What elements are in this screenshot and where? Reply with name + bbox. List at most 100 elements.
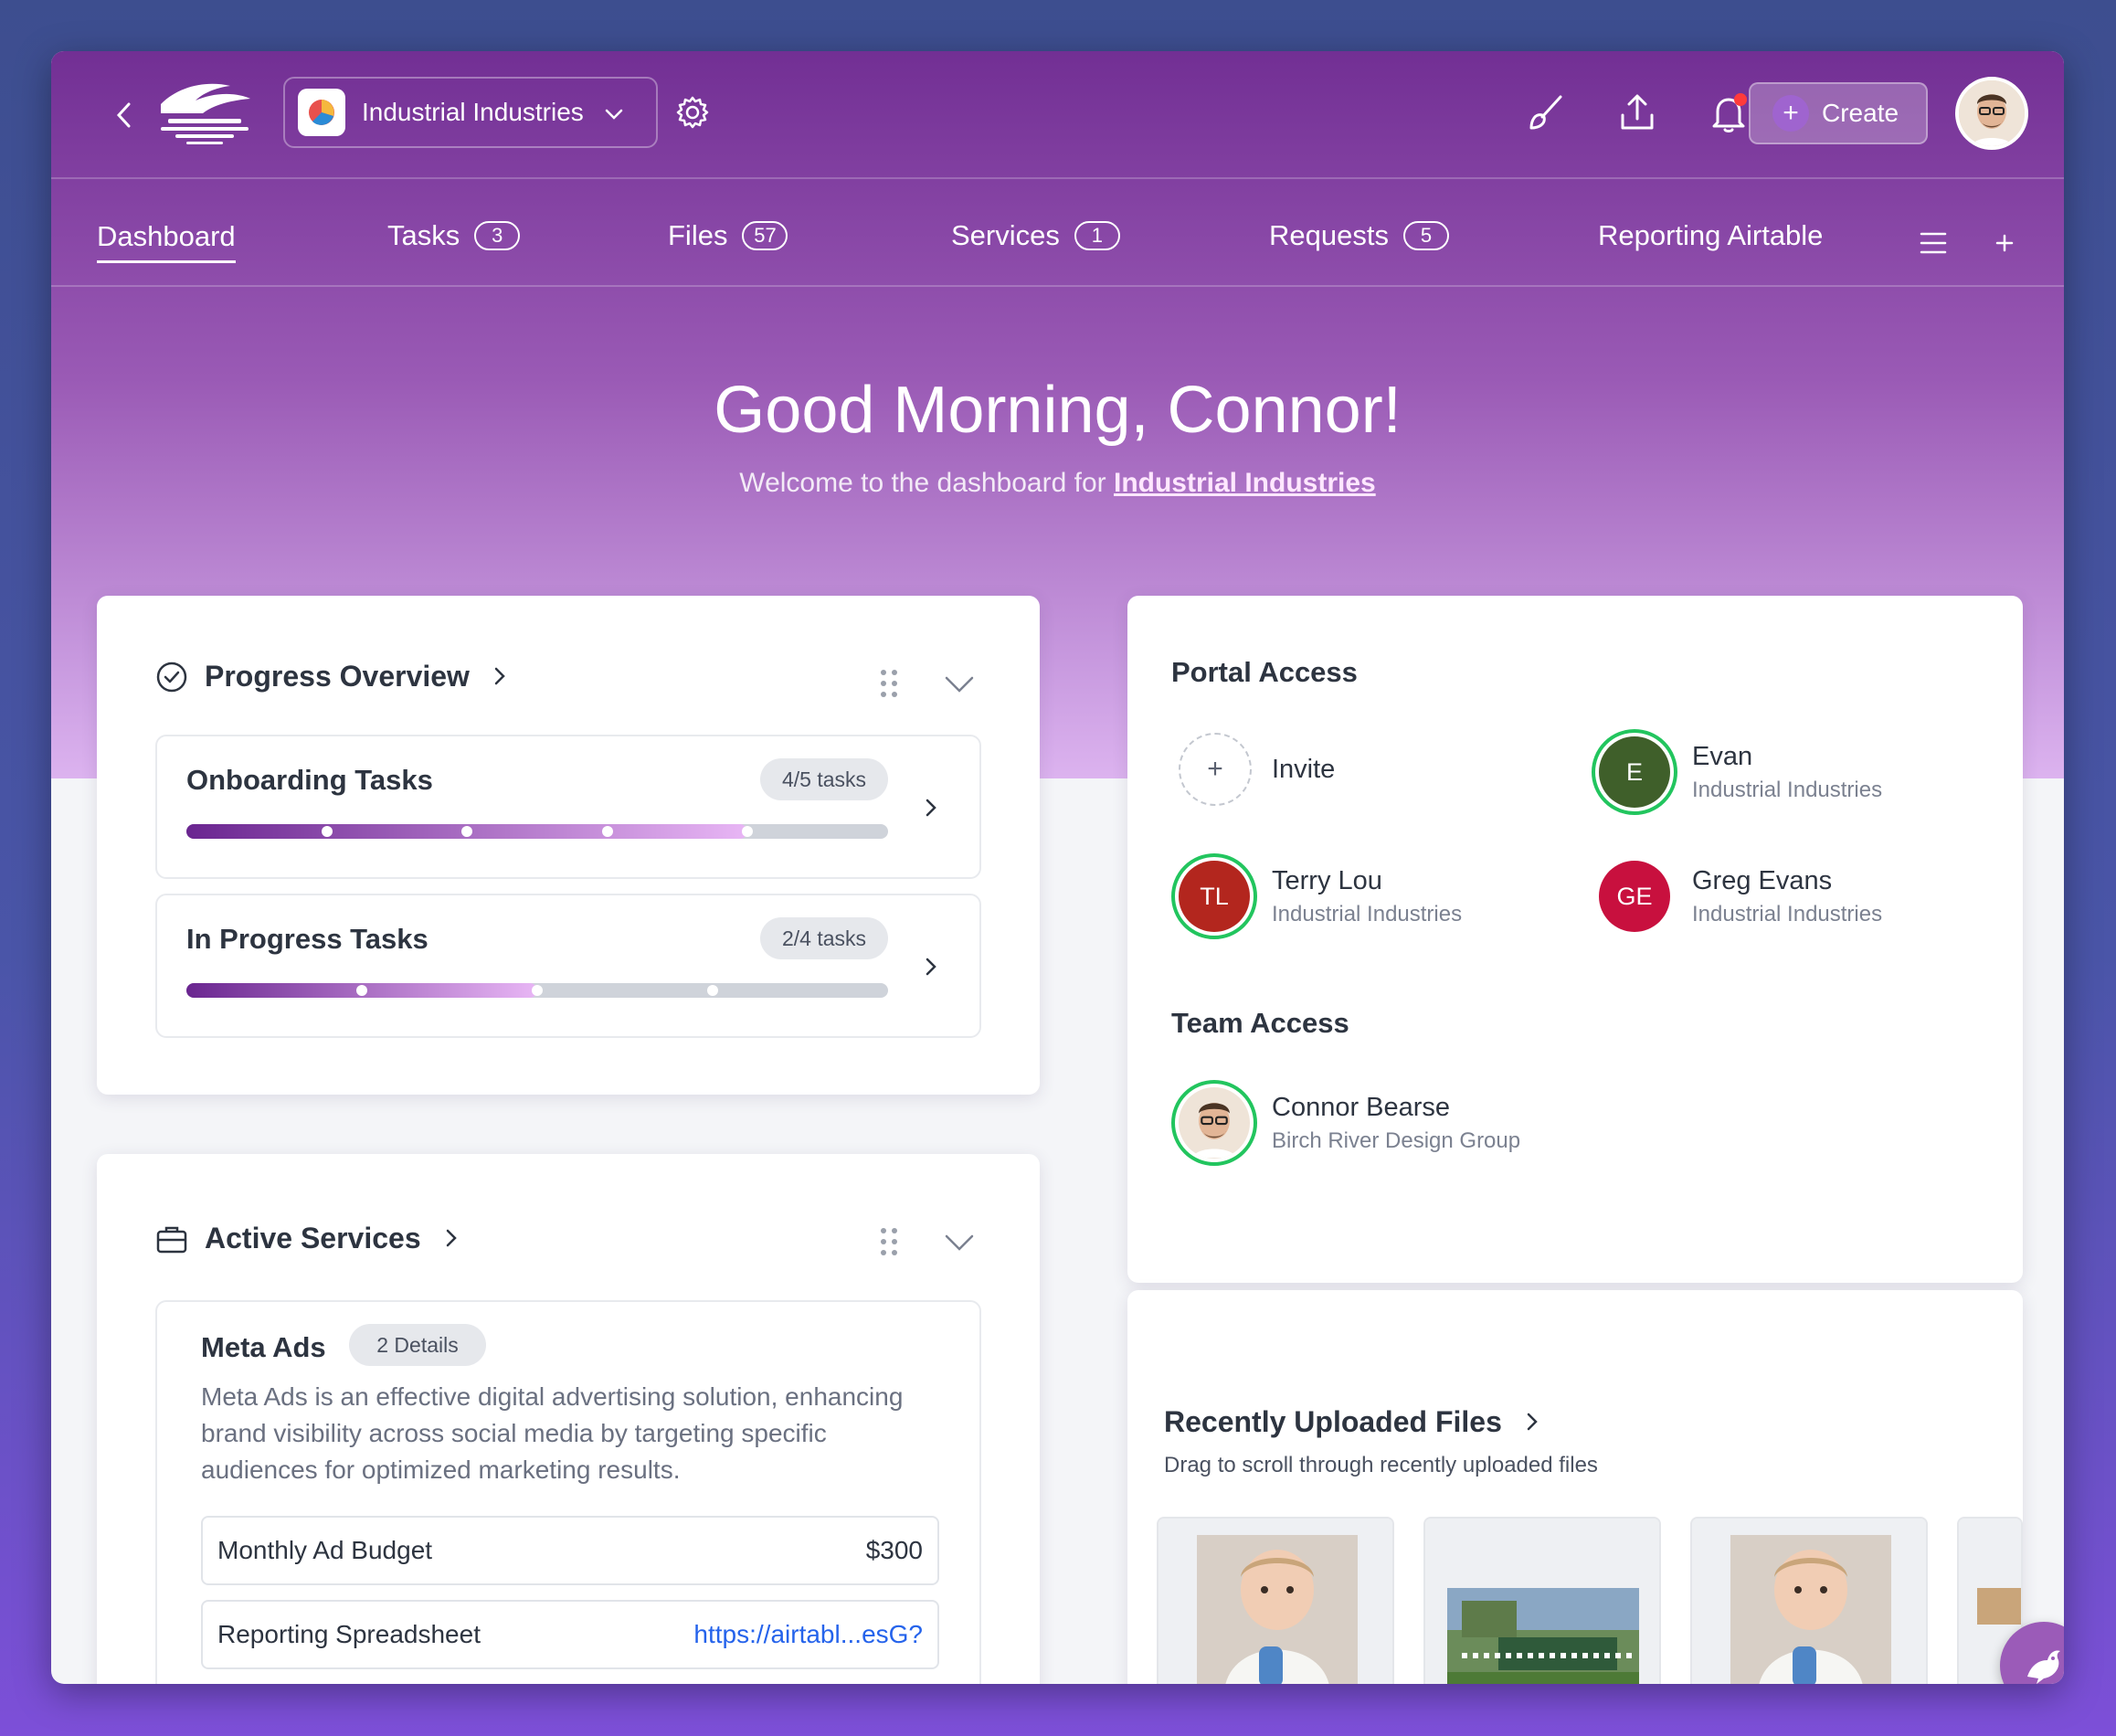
tab-services[interactable]: Services 1 — [951, 212, 1120, 259]
service-name: Meta Ads — [201, 1331, 326, 1363]
chevron-right-icon — [921, 948, 943, 985]
tab-dashboard[interactable]: Dashboard — [97, 212, 236, 263]
in-progress-progress-bar — [186, 983, 888, 998]
progress-step-dot — [742, 826, 754, 837]
notification-dot — [1734, 93, 1747, 106]
tab-label: Files — [668, 219, 728, 251]
tab-label: Reporting Airtable — [1598, 219, 1824, 251]
member-name: Evan — [1692, 741, 1753, 771]
avatar-initials: TL — [1179, 861, 1250, 932]
onboarding-tasks-row[interactable]: Onboarding Tasks 4/5 tasks — [155, 735, 981, 879]
member-name: Terry Lou — [1272, 865, 1382, 895]
field-row-reporting-spreadsheet: Reporting Spreadsheet https://airtabl...… — [201, 1600, 939, 1669]
in-progress-tasks-row[interactable]: In Progress Tasks 2/4 tasks — [155, 894, 981, 1038]
member-name: Connor Bearse — [1272, 1092, 1451, 1122]
welcome-prefix: Welcome to the dashboard for — [739, 468, 1114, 498]
task-count-pill: 2/4 tasks — [760, 917, 888, 959]
chevron-right-icon — [445, 1222, 458, 1255]
tab-count-badge: 5 — [1402, 221, 1449, 250]
app-window: Industrial Industries + Create Dashboard… — [51, 51, 2064, 1684]
chevron-down-icon[interactable] — [941, 665, 978, 702]
progress-step-dot — [356, 985, 367, 996]
avatar-initials: E — [1599, 736, 1670, 808]
progress-overview-header[interactable]: Progress Overview — [155, 660, 506, 693]
progress-step-dot — [707, 985, 718, 996]
top-bar: Industrial Industries + Create — [51, 51, 2064, 179]
progress-step-dot — [601, 826, 613, 837]
chevron-right-icon — [1526, 1405, 1539, 1439]
chevron-down-icon[interactable] — [941, 1223, 978, 1260]
greeting-heading: Good Morning, Connor! — [714, 374, 1402, 447]
back-chevron-icon[interactable] — [104, 95, 144, 135]
onboarding-progress-bar — [186, 824, 888, 839]
workspace-selector[interactable]: Industrial Industries — [283, 77, 658, 148]
card-title-text: Progress Overview — [205, 660, 470, 693]
gear-icon[interactable] — [672, 92, 713, 132]
spreadsheet-link[interactable]: https://airtabl...esG? — [693, 1620, 923, 1649]
active-services-card: Active Services Meta Ads 2 Details Meta … — [97, 1154, 1040, 1684]
user-avatar[interactable] — [1955, 77, 2028, 150]
team-member[interactable]: Connor Bearse Birch River Design Group — [1171, 1080, 1520, 1166]
field-row-monthly-ad-budget: Monthly Ad Budget $300 — [201, 1516, 939, 1585]
avatar-photo — [1179, 1087, 1250, 1159]
portal-member[interactable]: E Evan Industrial Industries — [1592, 729, 1882, 815]
add-tab-plus-icon[interactable] — [1988, 227, 2021, 259]
upload-icon[interactable] — [1613, 90, 1661, 137]
tab-label: Services — [951, 219, 1060, 251]
tab-count-badge: 3 — [474, 221, 521, 250]
tab-reporting-airtable[interactable]: Reporting Airtable — [1598, 212, 1823, 259]
details-pill[interactable]: 2 Details — [349, 1324, 486, 1366]
tab-requests[interactable]: Requests 5 — [1269, 212, 1449, 259]
team-access-title: Team Access — [1171, 1007, 1349, 1039]
invite-button[interactable]: + Invite — [1171, 733, 1335, 806]
create-label: Create — [1822, 99, 1899, 127]
task-group-title: In Progress Tasks — [186, 923, 428, 955]
tab-label: Tasks — [387, 219, 460, 251]
tab-files[interactable]: Files 57 — [668, 212, 788, 259]
plus-icon: + — [1179, 733, 1252, 806]
portal-member[interactable]: TL Terry Lou Industrial Industries — [1171, 853, 1462, 939]
bell-icon[interactable] — [1705, 90, 1752, 137]
field-value: $300 — [865, 1536, 923, 1564]
check-circle-icon — [155, 661, 188, 693]
welcome-subtitle: Welcome to the dashboard for Industrial … — [51, 468, 2064, 499]
drag-handle-icon[interactable] — [875, 1223, 903, 1260]
avatar: GE — [1592, 853, 1677, 939]
portal-member[interactable]: GE Greg Evans Industrial Industries — [1592, 853, 1882, 939]
app-logo[interactable] — [152, 77, 254, 150]
file-thumbnail[interactable] — [1157, 1517, 1394, 1684]
active-services-header[interactable]: Active Services — [155, 1222, 458, 1255]
member-org: Birch River Design Group — [1272, 1127, 1521, 1153]
card-title-text: Recently Uploaded Files — [1164, 1405, 1502, 1438]
avatar — [1171, 1080, 1257, 1166]
hamburger-menu-icon[interactable] — [1917, 227, 1950, 259]
task-group-title: Onboarding Tasks — [186, 764, 433, 796]
plus-icon: + — [1772, 95, 1809, 132]
service-card-meta-ads: Meta Ads 2 Details Meta Ads is an effect… — [155, 1300, 981, 1684]
field-label: Reporting Spreadsheet — [217, 1620, 481, 1648]
progress-step-dot — [461, 826, 473, 837]
chevron-right-icon — [921, 789, 943, 826]
service-description: Meta Ads is an effective digital adverti… — [201, 1382, 904, 1484]
recent-files-header[interactable]: Recently Uploaded Files — [1164, 1405, 1539, 1439]
tab-count-badge: 1 — [1074, 221, 1120, 250]
file-thumbnail[interactable] — [1690, 1517, 1928, 1684]
file-thumbnail[interactable] — [1423, 1517, 1661, 1684]
progress-overview-card: Progress Overview Onboarding Tasks 4/5 t… — [97, 596, 1040, 1095]
workspace-link[interactable]: Industrial Industries — [1114, 468, 1376, 498]
progress-step-dot — [532, 985, 543, 996]
tab-tasks[interactable]: Tasks 3 — [387, 212, 521, 259]
briefcase-icon — [155, 1223, 188, 1254]
workspace-pie-icon — [298, 89, 345, 136]
progress-step-dot — [321, 826, 333, 837]
workspace-name: Industrial Industries — [362, 98, 584, 126]
nav-tabs: Dashboard Tasks 3 Files 57 Services 1 Re… — [51, 179, 2064, 287]
portal-access-card: Portal Access + Invite E Evan Industrial… — [1127, 596, 2023, 1283]
recent-files-subtitle: Drag to scroll through recently uploaded… — [1164, 1453, 1598, 1477]
create-button[interactable]: + Create — [1749, 82, 1928, 144]
member-org: Industrial Industries — [1692, 901, 1883, 926]
drag-handle-icon[interactable] — [875, 665, 903, 702]
chevron-right-icon — [493, 660, 506, 693]
paintbrush-icon[interactable] — [1522, 90, 1570, 137]
tab-label: Dashboard — [97, 219, 236, 252]
